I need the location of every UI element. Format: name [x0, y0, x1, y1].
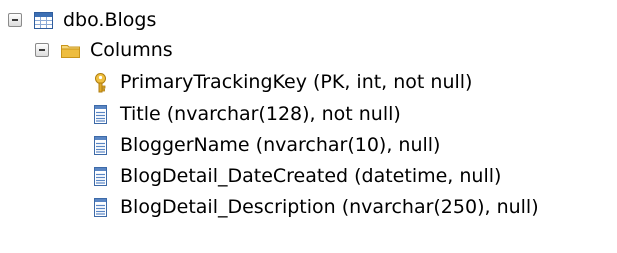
column-icon [90, 197, 111, 218]
tree-node-label: dbo.Blogs [63, 9, 157, 31]
collapse-toggle-columns[interactable] [35, 43, 49, 57]
column-label: BlogDetail_Description (nvarchar(250), n… [120, 196, 539, 218]
column-label: BloggerName (nvarchar(10), null) [120, 134, 441, 156]
tree-node-column[interactable]: BlogDetail_Description (nvarchar(250), n… [90, 192, 539, 222]
tree-node-column[interactable]: Title (nvarchar(128), not null) [90, 99, 401, 129]
column-icon [90, 135, 111, 156]
column-label: Title (nvarchar(128), not null) [120, 103, 401, 125]
tree-node-label: Columns [90, 39, 173, 61]
tree-node-columns-folder[interactable]: Columns [35, 35, 173, 65]
table-icon [33, 10, 54, 31]
tree-node-column[interactable]: PrimaryTrackingKey (PK, int, not null) [90, 67, 472, 97]
collapse-toggle-table[interactable] [8, 13, 22, 27]
tree-node-column[interactable]: BloggerName (nvarchar(10), null) [90, 130, 440, 160]
tree-node-column[interactable]: BlogDetail_DateCreated (datetime, null) [90, 161, 501, 191]
primary-key-icon [90, 72, 111, 93]
column-label: PrimaryTrackingKey (PK, int, not null) [120, 71, 473, 93]
column-icon [90, 104, 111, 125]
tree-node-table[interactable]: dbo.Blogs [8, 5, 156, 35]
column-label: BlogDetail_DateCreated (datetime, null) [120, 165, 502, 187]
column-icon [90, 166, 111, 187]
object-explorer-tree: dbo.Blogs Columns PrimaryTrackingKey (PK… [0, 0, 617, 253]
folder-icon [60, 40, 81, 61]
